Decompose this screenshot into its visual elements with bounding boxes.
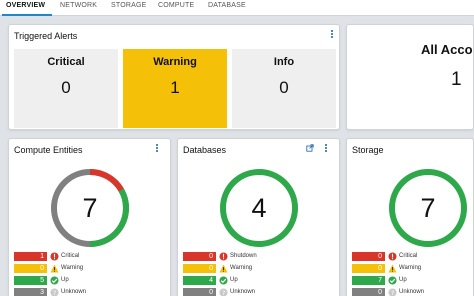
- legend-label: Unknown: [399, 289, 425, 295]
- info-tile-label: Info: [273, 56, 295, 68]
- legend-count: 0: [14, 264, 47, 273]
- warning-tile-label: Warning: [153, 56, 197, 68]
- kebab-menu-icon[interactable]: [154, 143, 160, 153]
- legend-row-unknown[interactable]: 0 ? Unknown: [183, 287, 273, 296]
- legend-row-up[interactable]: 4 Up: [183, 275, 273, 287]
- legend-count: 0: [183, 264, 216, 273]
- legend-label: Warning: [230, 265, 253, 271]
- warning-tile[interactable]: Warning 1: [123, 49, 227, 128]
- legend-row-warning[interactable]: 0 Warning: [14, 263, 104, 275]
- compute-entities-title: Compute Entities: [14, 145, 83, 155]
- triggered-alerts-title: Triggered Alerts: [14, 31, 78, 41]
- databases-total: 4: [251, 193, 267, 223]
- tab-network[interactable]: NETWORK: [60, 2, 97, 9]
- legend-count: 0: [352, 252, 385, 261]
- compute-entities-card: Compute Entities 7 1 Critical 0 Warning …: [8, 138, 171, 296]
- critical-tile[interactable]: Critical 0: [14, 49, 118, 128]
- legend-row-unknown[interactable]: 0 ? Unknown: [352, 287, 442, 296]
- all-accounts-label: All Accoun: [421, 42, 473, 57]
- kebab-menu-icon[interactable]: [323, 143, 329, 153]
- legend-label: Warning: [399, 265, 422, 271]
- critical-status-icon: [219, 252, 228, 261]
- warning-status-icon: [219, 264, 228, 273]
- legend-label: Unknown: [230, 289, 256, 295]
- legend-label: Unknown: [61, 289, 87, 295]
- tab-database[interactable]: DATABASE: [208, 2, 246, 9]
- legend-count: 5: [14, 276, 47, 285]
- storage-title: Storage: [352, 145, 384, 155]
- databases-legend: 0 Shutdown 0 Warning 4 Up 0 ? Unknown: [183, 251, 273, 296]
- critical-status-icon: [50, 252, 59, 261]
- tab-bar: OVERVIEW NETWORK STORAGE COMPUTE DATABAS…: [0, 0, 474, 16]
- legend-label: Shutdown: [230, 253, 257, 259]
- tab-compute[interactable]: COMPUTE: [158, 2, 194, 9]
- legend-count: 1: [14, 252, 47, 261]
- legend-count: 3: [14, 288, 47, 296]
- triggered-alerts-card: Triggered Alerts Critical 0 Warning 1 In…: [8, 24, 340, 130]
- storage-card: Storage 7 0 Critical 0 Warning 7 Up 0 ? …: [346, 138, 474, 296]
- svg-text:?: ?: [222, 290, 225, 296]
- up-status-icon: [219, 276, 228, 285]
- legend-label: Warning: [61, 265, 84, 271]
- legend-row-warning[interactable]: 0 Warning: [183, 263, 273, 275]
- all-accounts-card: All Accoun 1: [346, 24, 474, 130]
- legend-row-up[interactable]: 7 Up: [352, 275, 442, 287]
- critical-tile-value: 0: [61, 78, 71, 97]
- legend-count: 4: [183, 276, 216, 285]
- active-tab-indicator: [2, 14, 52, 16]
- storage-total: 7: [420, 193, 436, 223]
- tab-storage[interactable]: STORAGE: [111, 2, 147, 9]
- tab-overview[interactable]: OVERVIEW: [6, 2, 45, 9]
- databases-card: Databases 4 0 Shutdown 0 Warning 4 Up 0 …: [177, 138, 340, 296]
- critical-status-icon: [388, 252, 397, 261]
- unknown-status-icon: ?: [50, 288, 59, 296]
- warning-status-icon: [388, 264, 397, 273]
- legend-count: 0: [352, 288, 385, 296]
- info-tile-value: 0: [279, 78, 289, 97]
- legend-row-critical[interactable]: 0 Critical: [352, 251, 442, 263]
- legend-row-up[interactable]: 5 Up: [14, 275, 104, 287]
- legend-row-shutdown[interactable]: 0 Shutdown: [183, 251, 273, 263]
- legend-label: Up: [230, 277, 238, 283]
- compute-total: 7: [82, 193, 98, 223]
- storage-legend: 0 Critical 0 Warning 7 Up 0 ? Unknown: [352, 251, 442, 296]
- svg-text:?: ?: [53, 290, 56, 296]
- up-status-icon: [50, 276, 59, 285]
- warning-status-icon: [50, 264, 59, 273]
- legend-label: Up: [61, 277, 69, 283]
- legend-row-unknown[interactable]: 3 ? Unknown: [14, 287, 104, 296]
- external-link-icon[interactable]: [306, 144, 314, 152]
- legend-row-warning[interactable]: 0 Warning: [352, 263, 442, 275]
- compute-legend: 1 Critical 0 Warning 5 Up 3 ? Unknown: [14, 251, 104, 296]
- info-tile[interactable]: Info 0: [232, 49, 336, 128]
- legend-label: Up: [399, 277, 407, 283]
- critical-tile-label: Critical: [47, 56, 85, 68]
- unknown-status-icon: ?: [388, 288, 397, 296]
- legend-count: 0: [352, 264, 385, 273]
- warning-tile-value: 1: [170, 78, 180, 97]
- svg-text:?: ?: [391, 290, 394, 296]
- legend-label: Critical: [61, 253, 80, 259]
- legend-count: 0: [183, 288, 216, 296]
- up-status-icon: [388, 276, 397, 285]
- legend-label: Critical: [399, 253, 418, 259]
- databases-title: Databases: [183, 145, 227, 155]
- legend-count: 7: [352, 276, 385, 285]
- legend-row-critical[interactable]: 1 Critical: [14, 251, 104, 263]
- kebab-menu-icon[interactable]: [329, 29, 335, 39]
- legend-count: 0: [183, 252, 216, 261]
- all-accounts-value: 1: [451, 69, 462, 90]
- unknown-status-icon: ?: [219, 288, 228, 296]
